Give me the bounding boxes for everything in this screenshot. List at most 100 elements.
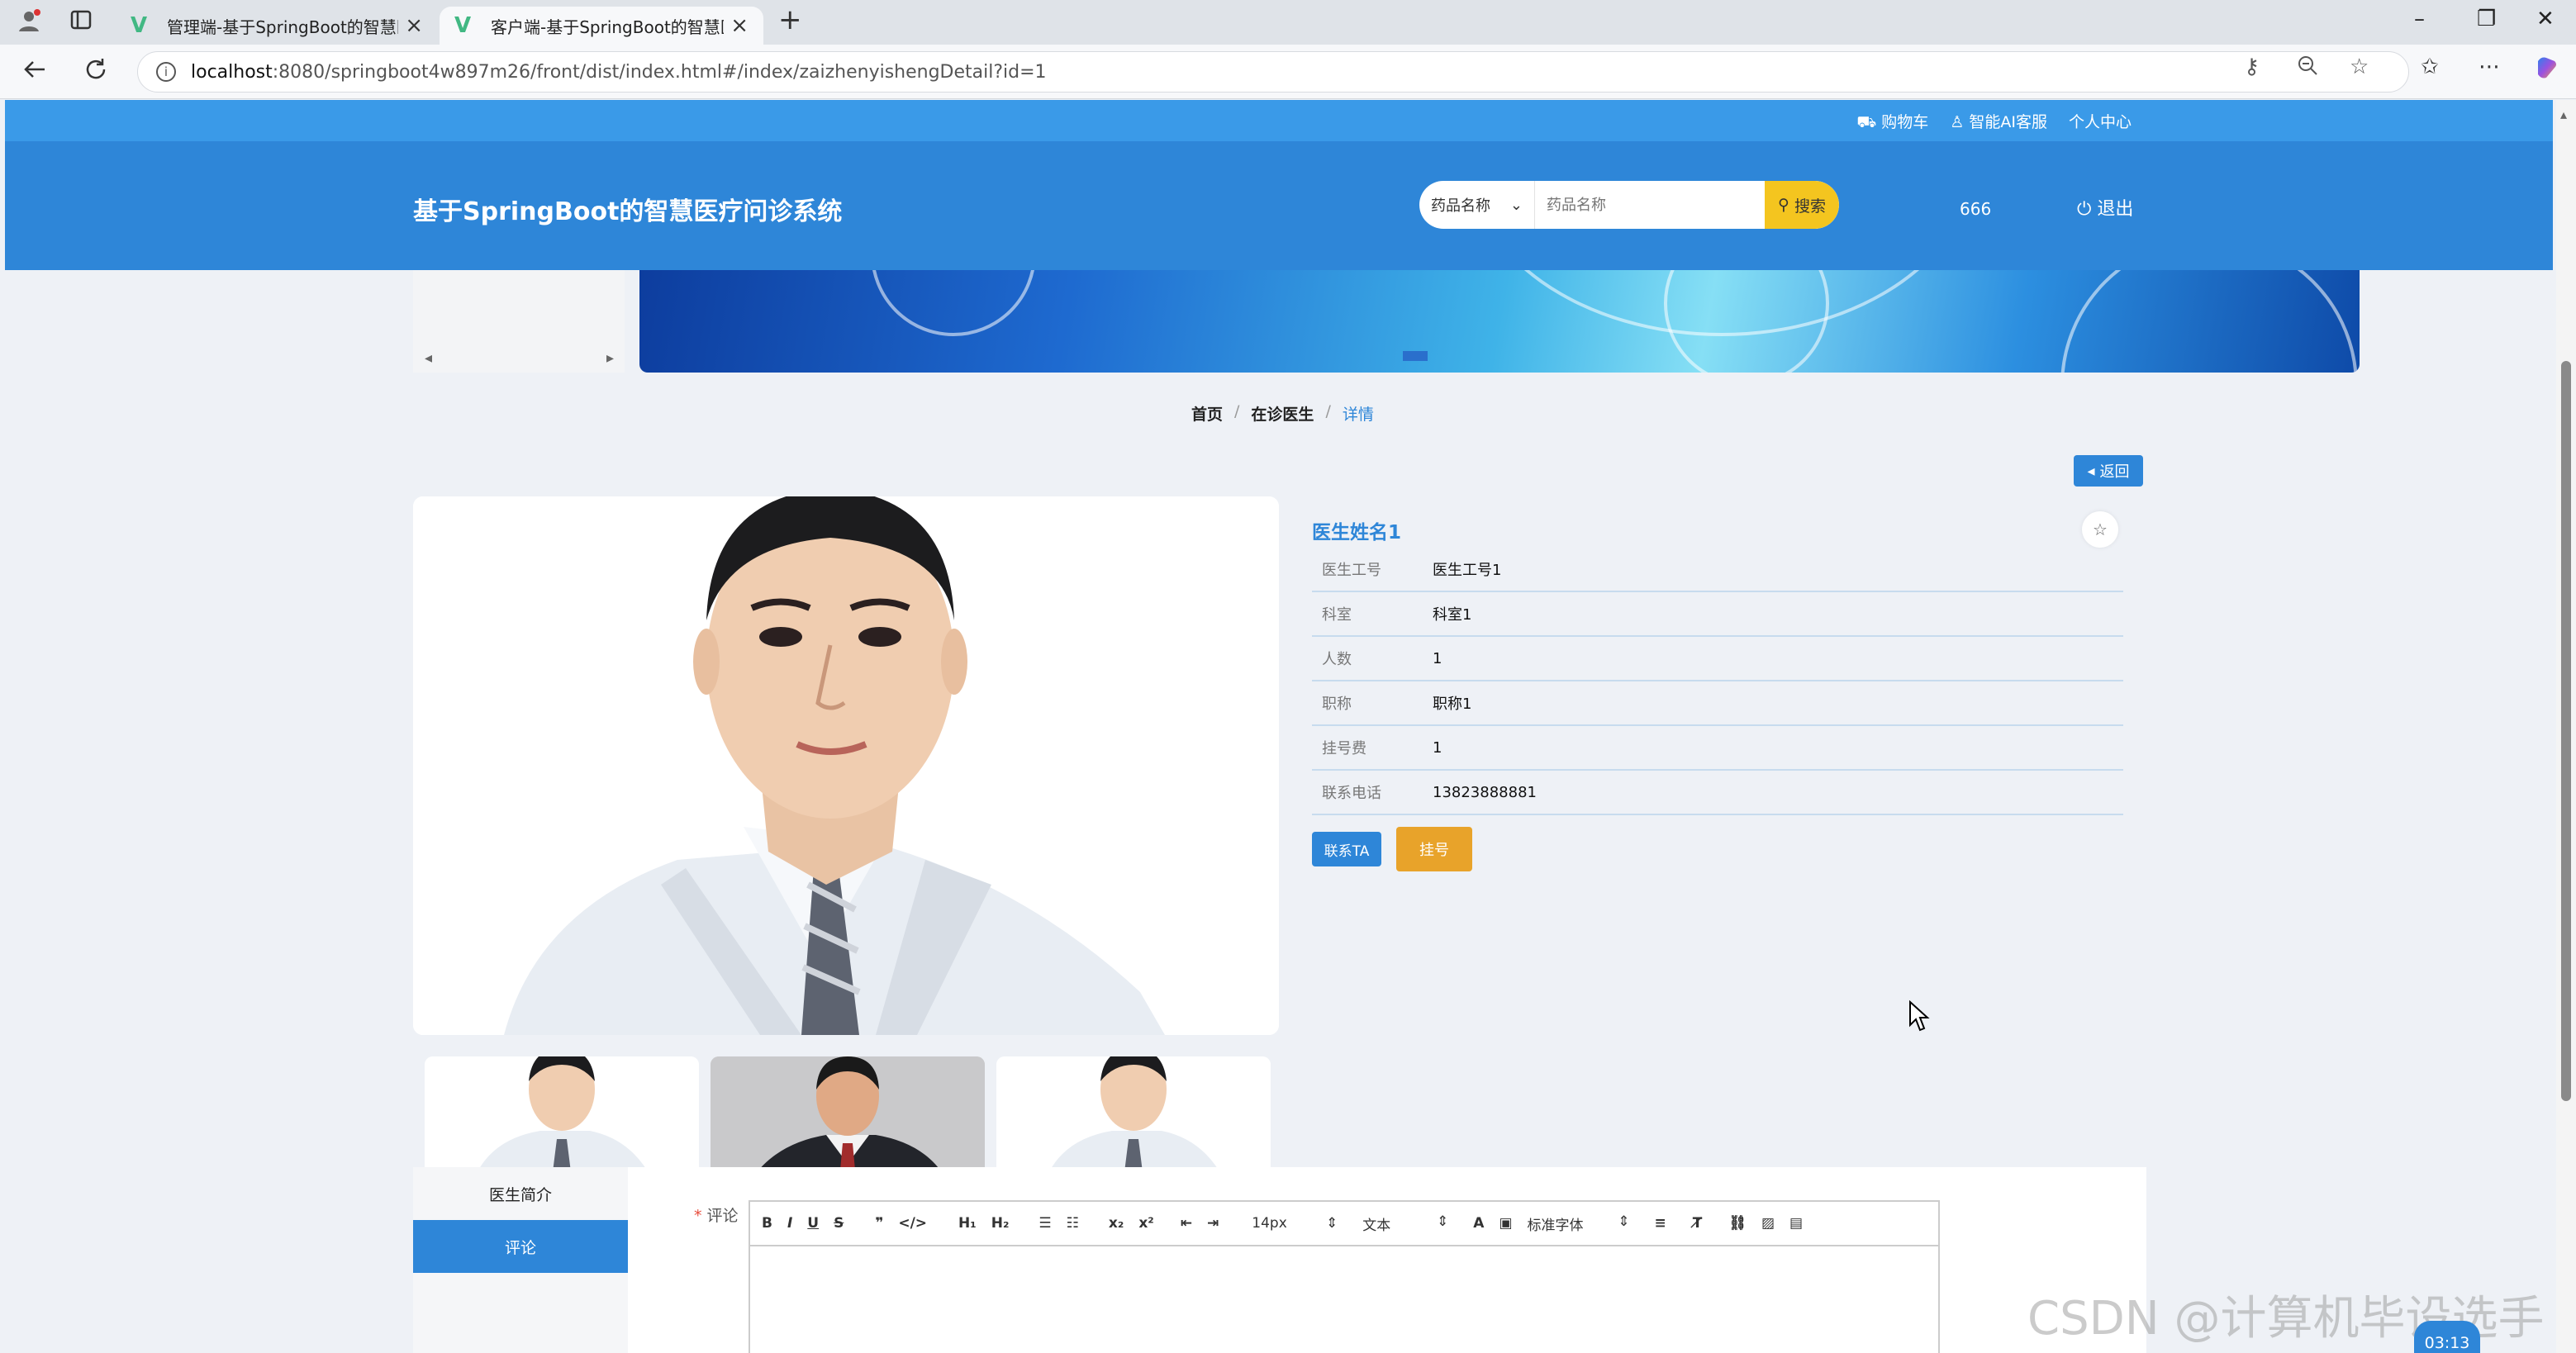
site-info-icon[interactable]: i	[156, 62, 176, 82]
side-tab-list: 医生简介 评论	[413, 1167, 628, 1353]
subscript-icon[interactable]: x₂	[1109, 1215, 1124, 1232]
select-arrow-icon: ⇕	[1437, 1213, 1449, 1230]
zoom-icon[interactable]	[2297, 55, 2318, 82]
font-size-select[interactable]: 14px ⇕	[1252, 1215, 1338, 1232]
carousel-indicator[interactable]	[1403, 351, 1428, 361]
key-icon[interactable]: ⚷	[2244, 55, 2260, 79]
link-icon[interactable]: ⛓	[1728, 1215, 1747, 1232]
info-value: 1	[1433, 738, 1442, 757]
select-arrow-icon: ⇕	[1326, 1215, 1338, 1232]
photo-thumbnail[interactable]	[996, 1056, 1271, 1179]
indent-icon[interactable]: ⇥	[1207, 1215, 1219, 1232]
close-window-icon[interactable]: ✕	[2536, 7, 2555, 31]
comment-rich-text-editor[interactable]: B I U S ❞ </> H₁ H₂ ☰ ☷ x₂ x² ⇤ ⇥ 14px ⇕	[749, 1200, 1940, 1353]
photo-thumbnail[interactable]	[711, 1056, 985, 1179]
carousel-next-icon[interactable]: ▸	[606, 349, 614, 367]
info-row: 科室 科室1	[1312, 592, 2123, 637]
info-value: 医生工号1	[1433, 562, 1502, 579]
tab-title: 客户端-基于SpringBoot的智慧医	[491, 17, 725, 37]
chevron-down-icon: ⌄	[1509, 196, 1523, 214]
background-color-icon[interactable]: ▣	[1499, 1215, 1512, 1232]
back-icon[interactable]	[21, 56, 48, 89]
info-value: 职称1	[1433, 695, 1472, 713]
page-viewport: ⛟ 购物车 ♙ 智能AI客服 个人中心 基于SpringBoot的智慧医疗问诊系…	[0, 100, 2576, 1353]
image-icon[interactable]: ▨	[1761, 1215, 1775, 1232]
superscript-icon[interactable]: x²	[1138, 1215, 1153, 1232]
breadcrumb-separator: /	[1325, 402, 1331, 420]
carousel-prev-icon[interactable]: ◂	[425, 349, 432, 367]
scroll-up-icon[interactable]: ▴	[2560, 107, 2567, 122]
outdent-icon[interactable]: ⇤	[1181, 1215, 1192, 1232]
favorites-icon[interactable]: ✩	[2421, 55, 2439, 79]
video-icon[interactable]: ▤	[1789, 1215, 1803, 1232]
logout-label: 退出	[2097, 199, 2134, 220]
search-button[interactable]: ⚲ 搜索	[1765, 181, 1839, 229]
profile-link[interactable]: 个人中心	[2069, 110, 2132, 134]
book-appointment-button[interactable]: 挂号	[1396, 827, 1472, 871]
italic-icon[interactable]: I	[787, 1215, 792, 1232]
tab-actions-icon[interactable]	[69, 8, 93, 37]
breadcrumb-separator: /	[1234, 402, 1240, 420]
close-tab-icon[interactable]: ×	[730, 13, 749, 38]
bold-icon[interactable]: B	[762, 1215, 772, 1232]
close-tab-icon[interactable]: ×	[405, 13, 423, 38]
site-header: 基于SpringBoot的智慧医疗问诊系统 药品名称 ⌄ ⚲ 搜索 666 ⏻ …	[5, 141, 2553, 270]
profile-icon[interactable]	[17, 8, 41, 39]
new-tab-icon[interactable]: +	[778, 3, 802, 36]
tab-client[interactable]: V 客户端-基于SpringBoot的智慧医 ×	[440, 7, 763, 45]
font-color-icon[interactable]: A	[1473, 1215, 1484, 1232]
search-input[interactable]	[1535, 181, 1765, 229]
tab-comments[interactable]: 评论	[413, 1220, 628, 1273]
search-category-select[interactable]: 药品名称 ⌄	[1419, 181, 1535, 229]
tab-title: 管理端-基于SpringBoot的智慧医	[167, 17, 399, 37]
breadcrumb-home[interactable]: 首页	[1191, 402, 1223, 425]
contact-button[interactable]: 联系TA	[1312, 832, 1381, 866]
cart-label: 购物车	[1881, 113, 1929, 131]
username[interactable]: 666	[1960, 199, 1991, 219]
more-menu-icon[interactable]: ⋯	[2479, 55, 2500, 79]
breadcrumb-current: 详情	[1342, 406, 1374, 424]
underline-icon[interactable]: U	[807, 1215, 819, 1232]
align-icon[interactable]: ≡	[1655, 1215, 1666, 1232]
mouse-cursor-icon	[1909, 1000, 1930, 1032]
strikethrough-icon[interactable]: S	[834, 1215, 844, 1232]
text-type-select[interactable]: 文本 ⇕	[1362, 1213, 1448, 1234]
timer-badge: 03:13	[2414, 1321, 2480, 1353]
breadcrumb: 首页 / 在诊医生 / 详情	[1191, 402, 1374, 425]
page-scrollbar[interactable]: ▴	[2556, 100, 2576, 1353]
url-field[interactable]: i localhost:8080/springboot4w897m26/fron…	[137, 51, 2409, 93]
scrollbar-thumb[interactable]	[2561, 361, 2571, 1101]
font-size-value: 14px	[1252, 1215, 1287, 1232]
favorite-star-icon[interactable]: ☆	[2350, 55, 2369, 79]
blockquote-icon[interactable]: ❞	[875, 1215, 883, 1232]
banner-carousel[interactable]	[639, 270, 2360, 373]
clear-format-icon[interactable]: T̸	[1693, 1215, 1703, 1232]
restore-icon[interactable]: ❐	[2477, 7, 2496, 31]
address-bar-row: i localhost:8080/springboot4w897m26/fron…	[0, 45, 2576, 99]
bullet-list-icon[interactable]: ☷	[1067, 1215, 1079, 1232]
ai-service-link[interactable]: ♙ 智能AI客服	[1950, 110, 2047, 134]
tab-admin[interactable]: V 管理端-基于SpringBoot的智慧医 ×	[116, 7, 438, 45]
logout-button[interactable]: ⏻ 退出	[2077, 194, 2133, 221]
tab-doctor-intro[interactable]: 医生简介	[413, 1167, 628, 1220]
back-button[interactable]: ◂ 返回	[2074, 455, 2143, 487]
url-host: localhost	[191, 61, 273, 83]
copilot-icon[interactable]	[2533, 55, 2559, 87]
info-row: 挂号费 1	[1312, 726, 2123, 771]
minimize-icon[interactable]: –	[2414, 7, 2425, 31]
power-icon: ⏻	[2077, 199, 2092, 220]
banner-decoration	[871, 270, 1036, 336]
reload-icon[interactable]	[83, 56, 109, 89]
favorite-button[interactable]: ☆	[2082, 511, 2118, 548]
heading2-icon[interactable]: H₂	[991, 1215, 1010, 1232]
font-family-select[interactable]: 标准字体 ⇕	[1528, 1213, 1630, 1234]
code-icon[interactable]: </>	[898, 1215, 927, 1232]
back-button-label: 返回	[2099, 463, 2130, 481]
thumbnail-image	[711, 1056, 985, 1179]
info-value: 科室1	[1433, 606, 1472, 624]
cart-link[interactable]: ⛟ 购物车	[1856, 110, 1928, 134]
photo-thumbnail[interactable]	[425, 1056, 699, 1179]
breadcrumb-section[interactable]: 在诊医生	[1251, 402, 1314, 425]
heading1-icon[interactable]: H₁	[958, 1215, 977, 1232]
ordered-list-icon[interactable]: ☰	[1038, 1215, 1051, 1232]
